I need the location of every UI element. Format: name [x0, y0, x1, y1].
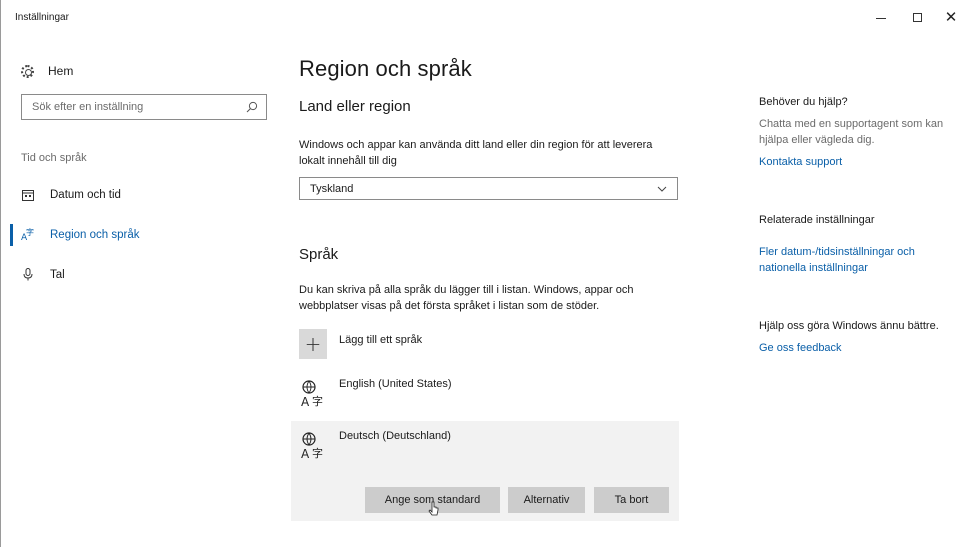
region-language-icon: A 字 [21, 228, 34, 241]
remove-button[interactable]: Ta bort [594, 487, 669, 513]
feedback-heading: Hjälp oss göra Windows ännu bättre. [759, 320, 939, 332]
maximize-icon [912, 12, 922, 22]
language-heading: Språk [299, 246, 339, 263]
language-icon: A 字 [301, 432, 323, 460]
chevron-down-icon [657, 186, 667, 192]
search-input[interactable] [22, 95, 232, 119]
calendar-icon [21, 188, 34, 201]
give-feedback-link[interactable]: Ge oss feedback [759, 340, 959, 356]
gear-icon [21, 64, 34, 78]
contact-support-link[interactable]: Kontakta support [759, 154, 959, 170]
help-heading: Behöver du hjälp? [759, 96, 848, 108]
page-title: Region och språk [299, 56, 472, 81]
maximize-button[interactable] [899, 0, 935, 34]
sidebar-item-label: Tal [50, 268, 65, 281]
options-button[interactable]: Alternativ [508, 487, 585, 513]
microphone-icon [21, 268, 34, 281]
language-icon: A 字 [301, 380, 323, 408]
country-selected-value: Tyskland [310, 182, 354, 195]
svg-text:A: A [301, 395, 310, 408]
search-icon[interactable] [246, 101, 258, 113]
feedback-panel: Hjälp oss göra Windows ännu bättre. Ge o… [759, 318, 959, 356]
svg-text:字: 字 [312, 446, 323, 460]
settings-window: Inställningar ✕ Hem Tid och språk [0, 0, 967, 547]
window-title: Inställningar [15, 12, 69, 23]
sidebar-item-region-language[interactable]: A 字 Region och språk [21, 228, 140, 241]
language-name: English (United States) [339, 378, 452, 390]
sidebar: Hem Tid och språk Datum och tid [1, 34, 291, 547]
close-icon: ✕ [944, 8, 958, 26]
language-item-english[interactable]: A 字 English (United States) [299, 378, 452, 408]
related-heading: Relaterade inställningar [759, 214, 875, 226]
close-button[interactable]: ✕ [933, 0, 967, 34]
minimize-button[interactable] [863, 0, 899, 34]
sidebar-item-label: Region och språk [50, 228, 140, 241]
language-description: Du kan skriva på alla språk du lägger ti… [299, 284, 634, 312]
plus-icon: + [299, 329, 327, 359]
nav-home[interactable]: Hem [21, 64, 73, 78]
country-heading: Land eller region [299, 98, 411, 115]
more-date-time-settings-link[interactable]: Fler datum-/tidsinställningar och nation… [759, 244, 959, 276]
minimize-icon [876, 17, 886, 19]
add-language-button[interactable]: + Lägg till ett språk [299, 329, 422, 359]
svg-text:字: 字 [26, 228, 34, 237]
language-name: Deutsch (Deutschland) [339, 430, 451, 442]
title-bar: Inställningar ✕ [1, 0, 967, 34]
related-settings-panel: Relaterade inställningar Fler datum-/tid… [759, 212, 959, 276]
help-panel: Behöver du hjälp? Chatta med en supporta… [759, 94, 959, 170]
mouse-cursor-icon [428, 501, 439, 516]
country-dropdown[interactable]: Tyskland [299, 177, 678, 200]
active-indicator [10, 224, 13, 246]
language-item-german[interactable]: A 字 Deutsch (Deutschland) Ange som stand… [291, 421, 679, 521]
nav-home-label: Hem [48, 64, 74, 78]
svg-text:字: 字 [312, 394, 323, 408]
country-description: Windows och appar kan använda ditt land … [299, 139, 653, 167]
add-language-label: Lägg till ett språk [339, 334, 423, 346]
sidebar-item-speech[interactable]: Tal [21, 268, 65, 281]
svg-text:A: A [301, 447, 310, 460]
nav-section-label: Tid och språk [21, 152, 87, 164]
search-box[interactable] [21, 94, 267, 120]
help-text: Chatta med en supportagent som kan hjälp… [759, 118, 944, 146]
language-row: A 字 Deutsch (Deutschland) [299, 430, 451, 460]
sidebar-item-label: Datum och tid [50, 188, 121, 201]
sidebar-item-date-time[interactable]: Datum och tid [21, 188, 121, 201]
